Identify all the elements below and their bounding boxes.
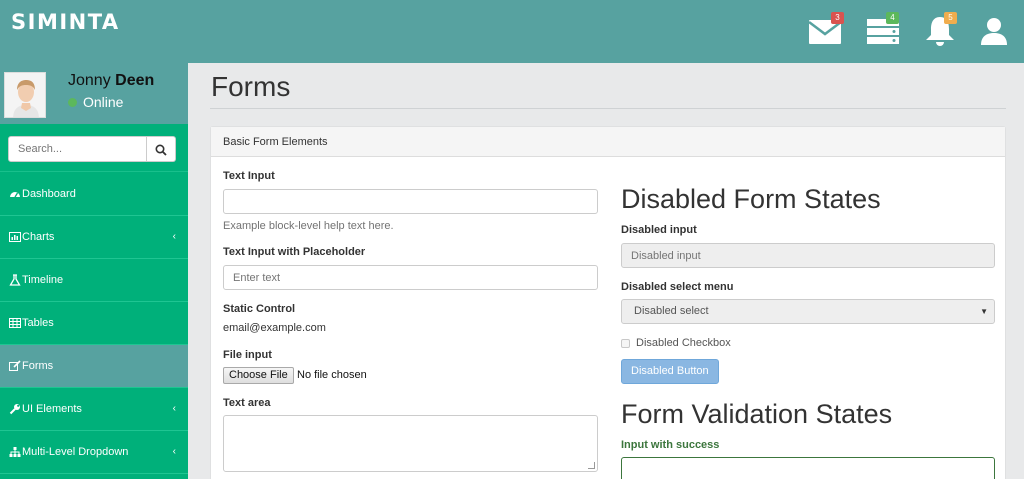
text-input-label: Text Input: [223, 170, 275, 182]
user-icon: [981, 18, 1007, 45]
user-status-label: Online: [83, 94, 124, 110]
title-divider: [210, 108, 1006, 109]
sidebar-item-label: Forms: [22, 360, 54, 372]
messages-badge: 3: [831, 12, 844, 24]
disabled-checkbox-label: Disabled Checkbox: [636, 337, 731, 349]
bar-chart-icon: [9, 232, 21, 242]
sidebar-item-label: Tables: [22, 317, 54, 329]
user-profile: Jonny Deen Online: [0, 63, 188, 124]
static-control-value: email@example.com: [223, 322, 326, 334]
disabled-input: [621, 243, 995, 268]
disabled-states-heading: Disabled Form States: [621, 184, 881, 214]
edit-icon: [9, 360, 21, 371]
text-input[interactable]: [223, 189, 598, 214]
caret-down-icon: ▼: [980, 307, 988, 316]
sidebar-item-label: Multi-Level Dropdown: [22, 446, 129, 458]
user-menu[interactable]: [978, 14, 1014, 48]
chevron-left-icon: ‹: [172, 231, 176, 242]
file-status: No file chosen: [297, 369, 367, 381]
brand-logo[interactable]: SIMINTA: [11, 10, 120, 34]
sidebar-item-label: UI Elements: [22, 403, 82, 415]
chevron-left-icon: ‹: [172, 403, 176, 414]
disabled-button: Disabled Button: [621, 359, 719, 384]
alerts-badge: 5: [944, 12, 957, 24]
main-content: Forms Basic Form Elements Text Input Exa…: [188, 63, 1024, 479]
sidebar-item-charts[interactable]: Charts ‹: [0, 216, 188, 259]
help-text: Example block-level help text here.: [223, 220, 394, 232]
user-last-name: Deen: [115, 72, 155, 89]
flask-icon: [9, 274, 21, 286]
user-status: Online: [68, 94, 123, 110]
disabled-select-label: Disabled select menu: [621, 281, 734, 293]
tasks-dropdown[interactable]: 4: [866, 12, 902, 48]
textarea[interactable]: [223, 415, 598, 472]
user-first-name: Jonny: [68, 72, 111, 89]
textarea-label: Text area: [223, 397, 271, 409]
messages-dropdown[interactable]: 3: [807, 12, 844, 48]
search-button[interactable]: [147, 136, 176, 162]
page-title: Forms: [211, 71, 291, 102]
panel-heading: Basic Form Elements: [211, 127, 1005, 157]
placeholder-input-label: Text Input with Placeholder: [223, 246, 366, 258]
file-input-label: File input: [223, 349, 272, 361]
disabled-input-label: Disabled input: [621, 224, 697, 236]
validation-states-heading: Form Validation States: [621, 399, 893, 429]
placeholder-input[interactable]: [223, 265, 598, 290]
sidebar-search: [0, 124, 188, 172]
choose-file-button[interactable]: Choose File: [223, 367, 294, 384]
sidebar-item-ui-elements[interactable]: UI Elements ‹: [0, 388, 188, 431]
sidebar-item-timeline[interactable]: Timeline: [0, 259, 188, 302]
sidebar-item-multi-level-dropdown[interactable]: Multi-Level Dropdown ‹: [0, 431, 188, 474]
disabled-select: Disabled select ▼: [621, 299, 995, 324]
chevron-left-icon: ‹: [172, 446, 176, 457]
sidebar: Jonny Deen Online Dashboard Charts ‹ Tim…: [0, 63, 188, 479]
sidebar-item-label: Timeline: [22, 274, 64, 286]
static-control-label: Static Control: [223, 303, 296, 315]
wrench-icon: [9, 404, 20, 415]
form-panel: Basic Form Elements Text Input Example b…: [210, 126, 1006, 479]
tasks-badge: 4: [886, 12, 899, 24]
dashboard-icon: [10, 192, 20, 198]
sidebar-item-dashboard[interactable]: Dashboard: [0, 173, 188, 216]
user-name: Jonny Deen: [68, 72, 154, 90]
top-navbar: SIMINTA 3 4 5: [0, 0, 1024, 63]
alerts-dropdown[interactable]: 5: [924, 12, 960, 48]
sidebar-item-label: Charts: [22, 231, 55, 243]
success-input[interactable]: [621, 457, 995, 479]
avatar[interactable]: [4, 72, 46, 118]
sitemap-icon: [9, 447, 21, 457]
success-input-label: Input with success: [621, 439, 720, 451]
disabled-checkbox: [621, 339, 630, 348]
sidebar-item-forms[interactable]: Forms: [0, 345, 188, 388]
resize-handle-icon[interactable]: [588, 462, 595, 469]
sidebar-item-tables[interactable]: Tables: [0, 302, 188, 345]
table-icon: [9, 318, 21, 328]
online-dot-icon: [68, 98, 77, 107]
sidebar-item-label: Dashboard: [22, 188, 76, 200]
disabled-select-value: Disabled select: [634, 305, 709, 317]
search-icon: [155, 144, 167, 156]
search-input[interactable]: [8, 136, 147, 162]
